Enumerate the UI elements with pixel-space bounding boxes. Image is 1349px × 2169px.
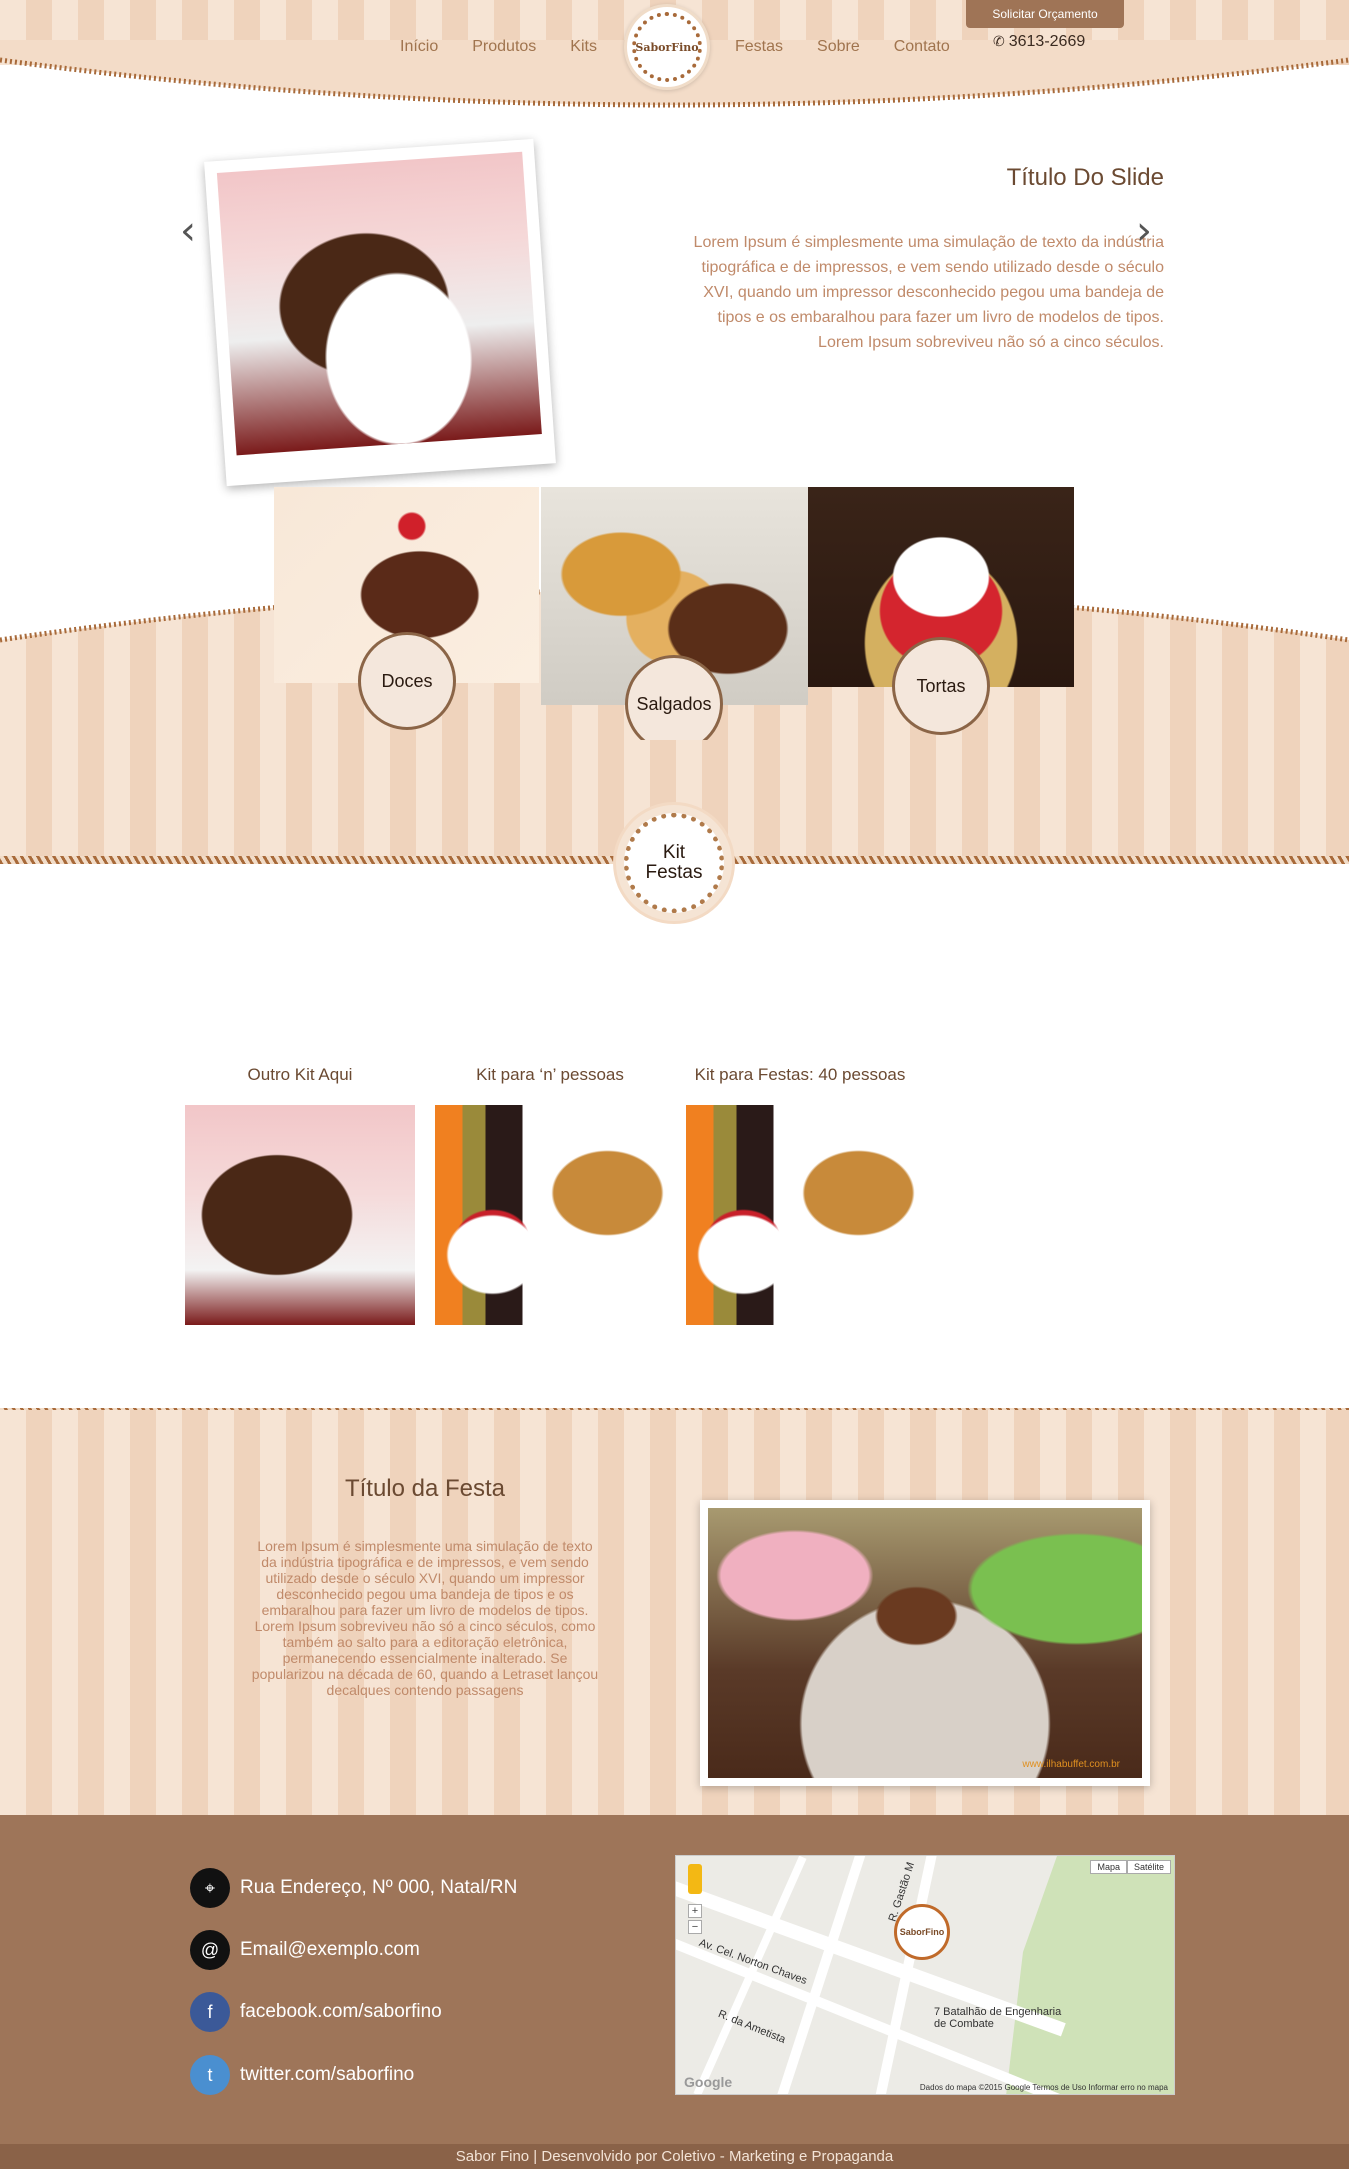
hero-slider: Título Do Slide Lorem Ipsum é simplesmen…: [0, 130, 1349, 490]
kit-image-2[interactable]: [435, 1105, 665, 1325]
nav-link-inicio[interactable]: Início: [383, 38, 455, 56]
map-zoom-in-button[interactable]: +: [688, 1904, 702, 1918]
map-credits[interactable]: Dados do mapa ©2015 Google Termos de Uso…: [920, 2083, 1168, 2092]
kit-image-3[interactable]: [686, 1105, 916, 1325]
kit-title-1[interactable]: Outro Kit Aqui: [180, 1065, 420, 1085]
contact-twitter-text[interactable]: twitter.com/saborfino: [240, 2064, 414, 2086]
map-marker-logo[interactable]: SaborFino: [894, 1904, 950, 1960]
map-place-label: 7 Batalhão de Engenharia de Combate: [934, 2006, 1062, 2030]
festa-photo: www.ilhabuffet.com.br: [708, 1508, 1142, 1778]
map-park-area: [1006, 1856, 1174, 2094]
kit-image-1[interactable]: [185, 1105, 415, 1325]
facebook-icon: f: [190, 1992, 230, 2032]
contact-address-text: Rua Endereço, Nº 000, Natal/RN: [240, 1877, 518, 1898]
festa-section: Título da Festa Lorem Ipsum é simplesmen…: [0, 1410, 1349, 1815]
twitter-icon: t: [190, 2055, 230, 2095]
phone-icon: ✆: [993, 33, 1005, 49]
phone-text: 3613-2669: [1008, 33, 1086, 50]
logo-badge: SaborFino: [632, 12, 702, 82]
map-type-satellite-button[interactable]: Satélite: [1126, 1860, 1171, 1874]
map-zoom-out-button[interactable]: −: [688, 1920, 702, 1934]
kit-badge-line1: Kit: [662, 842, 686, 863]
google-logo: Google: [684, 2074, 733, 2090]
nav-link-produtos[interactable]: Produtos: [455, 38, 553, 56]
slider-next-arrow-icon[interactable]: ›: [1136, 208, 1152, 254]
nav-link-kits[interactable]: Kits: [553, 38, 614, 56]
contact-facebook[interactable]: f facebook.com/saborfino: [190, 1992, 442, 2032]
contact-address: ⌖ Rua Endereço, Nº 000, Natal/RN: [190, 1868, 517, 1908]
slide-text: Lorem Ipsum é simplesmente uma simulação…: [693, 234, 1164, 351]
copyright-bar: Sabor Fino | Desenvolvido por Coletivo -…: [0, 2144, 1349, 2169]
location-pin-icon: ⌖: [190, 1868, 230, 1908]
contact-twitter[interactable]: t twitter.com/saborfino: [190, 2055, 414, 2095]
site-footer: ⌖ Rua Endereço, Nº 000, Natal/RN @ Email…: [0, 1815, 1349, 2169]
festa-text: Lorem Ipsum é simplesmente uma simulação…: [251, 1538, 599, 1698]
map-type-toggle: Mapa Satélite: [1090, 1860, 1171, 1874]
site-logo[interactable]: SaborFino: [624, 4, 710, 90]
site-header: Início Produtos Kits SaborFino Festas So…: [0, 0, 1349, 120]
kit-badge-line2: Festas: [645, 862, 703, 883]
slide-title: Título Do Slide: [1006, 164, 1164, 191]
category-tortas-label[interactable]: Tortas: [892, 637, 990, 735]
kit-festas-badge[interactable]: Kit Festas: [616, 805, 732, 921]
kit-festas-badge-inner: Kit Festas: [624, 813, 724, 913]
festa-photo-frame: www.ilhabuffet.com.br: [700, 1500, 1150, 1786]
location-map[interactable]: + − Mapa Satélite Av. Cel. Norton Chaves…: [675, 1855, 1175, 2095]
phone-number: ✆ 3613-2669: [993, 33, 1085, 51]
nav-link-contato[interactable]: Contato: [877, 38, 967, 56]
logo-text: SaborFino: [635, 40, 699, 54]
request-quote-button[interactable]: Solicitar Orçamento: [966, 0, 1124, 28]
nav-left: Início Produtos Kits: [383, 38, 614, 56]
kit-title-3[interactable]: Kit para Festas: 40 pessoas: [680, 1065, 920, 1085]
slider-prev-arrow-icon[interactable]: ‹: [180, 208, 196, 254]
nav-link-sobre[interactable]: Sobre: [800, 38, 877, 56]
contact-facebook-text[interactable]: facebook.com/saborfino: [240, 2001, 442, 2023]
festa-watermark: www.ilhabuffet.com.br: [1022, 1759, 1120, 1770]
at-icon: @: [190, 1930, 230, 1970]
category-doces-label[interactable]: Doces: [358, 632, 456, 730]
slide-photo-frame: [204, 138, 556, 487]
map-pegman-icon[interactable]: [688, 1864, 702, 1894]
festa-title: Título da Festa: [344, 1475, 506, 1502]
slide-image: [216, 151, 542, 456]
map-zoom-controls: + −: [688, 1904, 702, 1934]
contact-email-text[interactable]: Email@exemplo.com: [240, 1939, 420, 1961]
kit-title-2[interactable]: Kit para ‘n’ pessoas: [430, 1065, 670, 1085]
nav-link-festas[interactable]: Festas: [718, 38, 800, 56]
nav-right: Festas Sobre Contato: [718, 38, 967, 56]
contact-email[interactable]: @ Email@exemplo.com: [190, 1930, 420, 1970]
map-type-map-button[interactable]: Mapa: [1090, 1860, 1127, 1874]
category-salgados-label[interactable]: Salgados: [625, 655, 723, 753]
